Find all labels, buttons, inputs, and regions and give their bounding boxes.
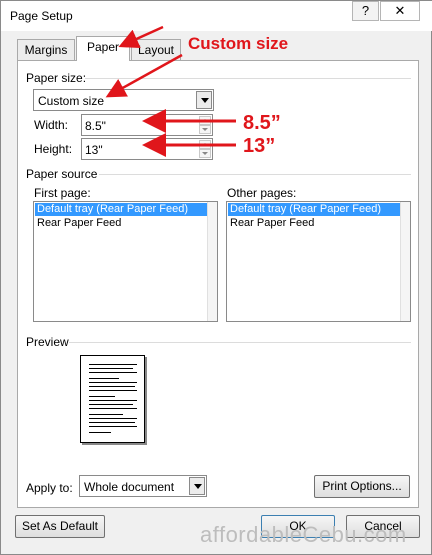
title-bar: Page Setup ? ✕ [1, 1, 432, 31]
first-page-list[interactable]: Default tray (Rear Paper Feed) Rear Pape… [33, 201, 218, 322]
preview-line [89, 426, 137, 427]
height-input[interactable]: 13" [81, 138, 213, 160]
annotation-custom-size: Custom size [188, 34, 289, 53]
height-spin-down-icon[interactable] [199, 149, 211, 158]
preview-line [89, 368, 133, 369]
width-label: Width: [34, 118, 69, 132]
height-spin-up-icon[interactable] [199, 140, 211, 149]
first-page-label: First page: [34, 186, 91, 200]
preview-line [89, 372, 137, 373]
window-title: Page Setup [10, 9, 73, 23]
other-pages-label: Other pages: [227, 186, 297, 200]
preview-line [89, 378, 119, 379]
paper-size-divider [85, 78, 411, 79]
page-setup-dialog: Page Setup ? ✕ Margins Paper Layout Pape… [0, 0, 432, 555]
preview-line [89, 432, 111, 433]
preview-line [89, 390, 137, 391]
list-item[interactable]: Default tray (Rear Paper Feed) [35, 203, 216, 216]
tab-layout[interactable]: Layout [131, 39, 181, 61]
annotation-height: 13” [243, 135, 276, 157]
first-page-scrollbar[interactable] [207, 202, 217, 321]
preview-line [89, 400, 137, 401]
watermark: affordableCebu.com [200, 522, 407, 547]
preview-line [89, 382, 137, 383]
preview-line [89, 422, 135, 423]
preview-line [89, 408, 137, 409]
paper-size-label: Paper size: [26, 71, 87, 85]
close-button[interactable]: ✕ [380, 1, 420, 21]
preview-divider [69, 342, 411, 343]
set-as-default-button[interactable]: Set As Default [15, 515, 105, 538]
height-label: Height: [34, 142, 73, 156]
other-pages-list[interactable]: Default tray (Rear Paper Feed) Rear Pape… [226, 201, 411, 322]
chevron-down-icon[interactable] [196, 91, 212, 109]
width-value: 8.5" [85, 119, 106, 133]
list-item[interactable]: Default tray (Rear Paper Feed) [228, 203, 409, 216]
print-options-button[interactable]: Print Options... [314, 475, 410, 498]
page-preview [80, 355, 145, 443]
preview-label: Preview [26, 335, 69, 349]
height-value: 13" [85, 143, 103, 157]
width-spin-down-icon[interactable] [199, 125, 211, 134]
apply-to-select[interactable]: Whole document [79, 475, 207, 497]
tab-paper[interactable]: Paper [76, 36, 130, 61]
apply-to-value: Whole document [84, 480, 175, 494]
paper-source-label: Paper source [26, 167, 98, 181]
width-spin-up-icon[interactable] [199, 116, 211, 125]
help-button[interactable]: ? [352, 1, 379, 21]
preview-line [89, 386, 135, 387]
list-item[interactable]: Rear Paper Feed [35, 217, 216, 230]
list-item[interactable]: Rear Paper Feed [228, 217, 409, 230]
tab-margins[interactable]: Margins [17, 39, 75, 61]
preview-line [89, 418, 137, 419]
paper-size-select[interactable]: Custom size [33, 89, 214, 111]
paper-size-value: Custom size [38, 94, 105, 108]
preview-line [89, 396, 115, 397]
apply-to-label: Apply to: [26, 481, 73, 495]
preview-line [89, 404, 133, 405]
paper-source-divider [99, 174, 411, 175]
annotation-width: 8.5” [243, 112, 281, 134]
preview-line [89, 414, 123, 415]
width-input[interactable]: 8.5" [81, 114, 213, 136]
chevron-down-icon[interactable] [189, 477, 205, 495]
preview-line [89, 364, 137, 365]
other-pages-scrollbar[interactable] [400, 202, 410, 321]
